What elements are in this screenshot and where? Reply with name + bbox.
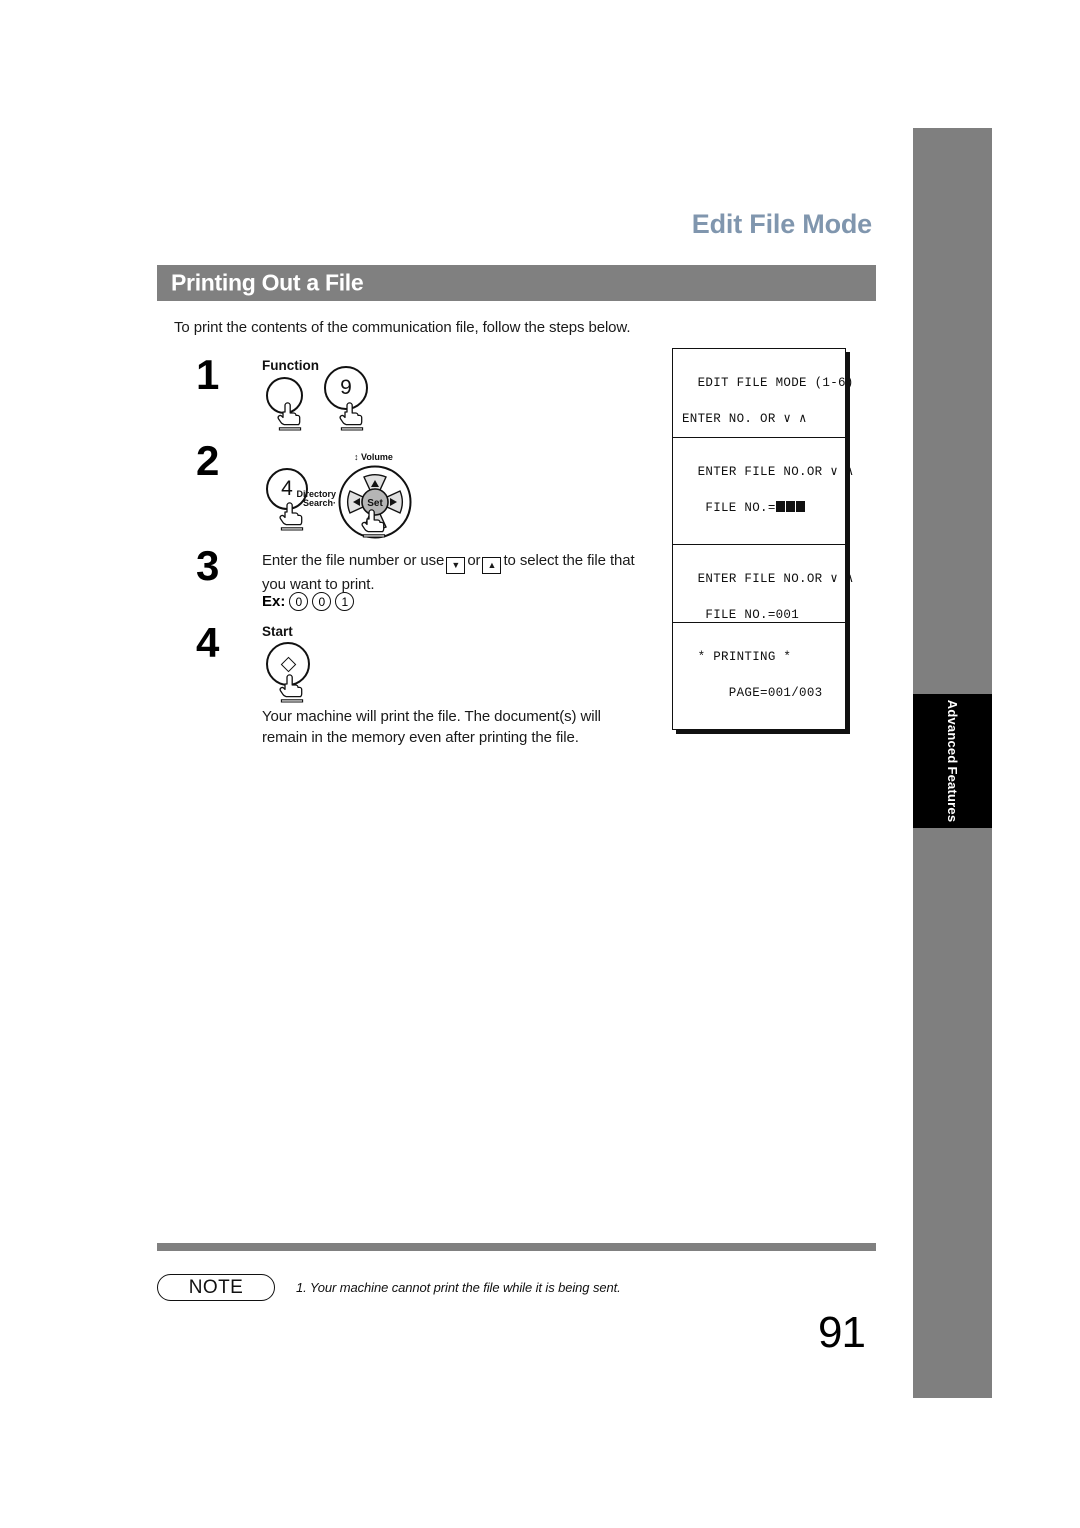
step-number-3: 3	[196, 542, 220, 589]
step-number-4: 4	[196, 619, 220, 666]
note-divider	[157, 1243, 876, 1251]
intro-paragraph: To print the contents of the communicati…	[174, 319, 631, 336]
example-label: Ex:	[262, 593, 286, 610]
pointing-hand-icon	[361, 509, 386, 538]
lcd-2-line-2: FILE NO.=	[682, 499, 836, 517]
start-diamond-icon	[280, 656, 296, 672]
navigation-pad: ↕ Volume Directory Search· Set	[296, 452, 412, 539]
up-arrow-keycap-icon: ▲	[482, 557, 502, 574]
directory-search-label: Directory Search·	[290, 489, 336, 509]
lcd-1-line-2: ENTER NO. OR ∨ ∧	[682, 412, 807, 427]
sidebar-tab-line1: Advanced	[945, 699, 960, 764]
sidebar-chapter-tab: Advanced Features	[913, 694, 992, 828]
pointing-hand-icon	[277, 402, 302, 431]
lcd-2-line-1: ENTER FILE NO.OR ∨ ∧	[697, 465, 854, 480]
example-digit-3: 1	[335, 592, 355, 611]
step4-description: Your machine will print the file. The do…	[262, 708, 601, 747]
lcd-block-char	[785, 501, 795, 513]
function-key-label: Function	[262, 358, 319, 373]
lcd-1-line-1: EDIT FILE MODE (1-6)	[697, 376, 854, 391]
page-title: Printing Out a File	[171, 269, 364, 296]
lcd-4-line-2: PAGE=001/003	[682, 686, 823, 701]
volume-label: ↕ Volume	[354, 452, 393, 462]
step3-example: Ex: 0 0 1	[262, 592, 355, 611]
sidebar-tab-line2: Features	[945, 766, 960, 823]
chapter-title: Edit File Mode	[691, 209, 872, 239]
sidebar-chapter-tab-label: Advanced Features	[913, 694, 992, 828]
section-header-bar: Printing Out a File	[157, 265, 876, 301]
lcd-2-line-2-prefix: FILE NO.=	[682, 501, 776, 516]
note-badge: NOTE	[157, 1274, 275, 1301]
note-text: 1. Your machine cannot print the file wh…	[296, 1280, 621, 1295]
lcd-block-char	[775, 501, 785, 513]
pointing-hand-icon	[339, 402, 364, 431]
step-number-2: 2	[196, 437, 220, 484]
step-number-1: 1	[196, 351, 220, 398]
directory-label-line2: Search·	[302, 498, 336, 509]
volume-label-text: Volume	[361, 452, 393, 462]
step2-key-illustration: 4 ↕ Volume Directory Search· Set	[258, 452, 418, 542]
lcd-3-line-1: ENTER FILE NO.OR ∨ ∧	[697, 572, 854, 587]
step3-instruction: Enter the file number or use ▼ or ▲ to selec…	[262, 550, 652, 595]
example-digit-1: 0	[289, 592, 309, 611]
page-number: 91	[818, 1308, 866, 1357]
pointing-hand-icon	[279, 674, 304, 703]
lcd-display-2: ENTER FILE NO.OR ∨ ∧ FILE NO.=	[672, 437, 853, 545]
step1-key-illustration: Function 9	[258, 358, 398, 431]
start-key-label: Start	[262, 624, 293, 639]
lcd-block-char	[795, 501, 805, 513]
down-arrow-keycap-icon: ▼	[446, 557, 466, 574]
step3-text-part1: Enter the file number or use	[262, 552, 445, 569]
volume-updown-icon: ↕	[354, 452, 359, 462]
lcd-4-line-1: * PRINTING *	[697, 650, 792, 665]
step3-text-or: or	[467, 552, 481, 569]
lcd-display-4: * PRINTING * PAGE=001/003	[672, 622, 846, 730]
step4-key-illustration: Start	[258, 624, 378, 704]
example-digit-2: 0	[312, 592, 332, 611]
